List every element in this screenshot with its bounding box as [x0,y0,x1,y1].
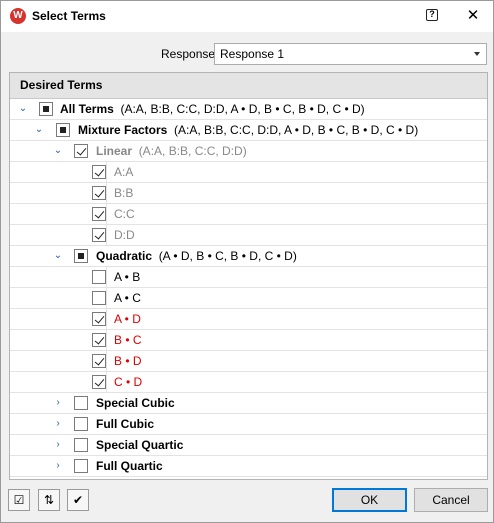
quadratic-label: Quadratic (A • D, B • C, B • D, C • D) [96,249,297,263]
term-label: B • C [114,333,142,347]
term-cell [106,351,486,371]
response-label: Response [161,47,216,61]
linear-label: Linear (A:A, B:B, C:C, D:D) [96,144,247,158]
special-quartic-checkbox[interactable] [74,438,88,452]
term-label: B:B [114,186,134,200]
term-label: A • C [114,291,141,305]
term-label: A • B [114,270,141,284]
collapse-chevron-icon[interactable]: ⌄ [53,251,63,261]
term-cell [106,183,486,203]
mixture-factors-label: Mixture Factors (A:A, B:B, C:C, D:D, A •… [78,123,419,137]
sort-icon[interactable]: ⇅ [38,489,60,511]
term-checkbox[interactable] [92,270,106,284]
term-cell [106,267,486,287]
ok-button[interactable]: OK [332,488,407,512]
help-button[interactable]: ? [421,5,443,27]
tree-row-full-quartic: › Full Quartic [10,456,487,477]
term-cell [106,204,486,224]
tree-row-term: C:C [10,204,487,225]
term-cell [106,372,486,392]
tree-row-term: A:A [10,162,487,183]
tree-row-term: B • D [10,351,487,372]
collapse-chevron-icon[interactable]: ⌄ [34,125,44,135]
term-checkbox[interactable] [92,165,106,179]
term-checkbox[interactable] [92,186,106,200]
select-all-icon[interactable]: ☑ [8,489,30,511]
all-terms-label: All Terms (A:A, B:B, C:C, D:D, A • D, B … [60,102,365,116]
tree-row-full-cubic: › Full Cubic [10,414,487,435]
linear-checkbox[interactable] [74,144,88,158]
title-bar: W Select Terms ? ✕ [1,1,493,32]
expand-chevron-icon[interactable]: › [53,440,63,450]
tree-row-term: D:D [10,225,487,246]
desired-terms-header: Desired Terms [10,73,487,99]
term-cell [106,309,486,329]
term-checkbox[interactable] [92,228,106,242]
desired-terms-group: Desired Terms ⌄ All Terms (A:A, B:B, C:C… [9,72,488,480]
term-checkbox[interactable] [92,333,106,347]
special-cubic-checkbox[interactable] [74,396,88,410]
select-terms-dialog: W Select Terms ? ✕ Response Response 1 D… [0,0,494,523]
dialog-title: Select Terms [32,9,106,23]
expand-chevron-icon[interactable]: › [53,461,63,471]
collapse-chevron-icon[interactable]: ⌄ [53,146,63,156]
tree-row-term: B:B [10,183,487,204]
special-cubic-label: Special Cubic [96,396,175,410]
tree-row-special-cubic: › Special Cubic [10,393,487,414]
term-checkbox[interactable] [92,354,106,368]
term-cell [106,225,486,245]
tree-row-mixture-factors: ⌄ Mixture Factors (A:A, B:B, C:C, D:D, A… [10,120,487,141]
term-cell [106,330,486,350]
tree-row-linear: ⌄ Linear (A:A, B:B, C:C, D:D) [10,141,487,162]
term-checkbox[interactable] [92,375,106,389]
term-label: D:D [114,228,135,242]
term-checkbox[interactable] [92,291,106,305]
expand-chevron-icon[interactable]: › [53,419,63,429]
term-cell [106,162,486,182]
tree-row-quadratic: ⌄ Quadratic (A • D, B • C, B • D, C • D) [10,246,487,267]
collapse-chevron-icon[interactable]: ⌄ [18,104,28,114]
close-button[interactable]: ✕ [462,5,484,27]
refresh-check-icon[interactable]: ✔ [67,489,89,511]
term-label: B • D [114,354,142,368]
tree-row-term: B • C [10,330,487,351]
response-value: Response 1 [220,47,285,61]
full-quartic-checkbox[interactable] [74,459,88,473]
term-label: A:A [114,165,134,179]
help-icon: ? [426,9,438,21]
tree-row-term: A • B [10,267,487,288]
term-label: C:C [114,207,135,221]
cancel-button[interactable]: Cancel [414,488,488,512]
full-cubic-label: Full Cubic [96,417,154,431]
term-cell [106,288,486,308]
term-checkbox[interactable] [92,312,106,326]
tree-row-term: C • D [10,372,487,393]
response-select[interactable]: Response 1 [214,43,487,65]
expand-chevron-icon[interactable]: › [53,398,63,408]
tree-row-all-terms: ⌄ All Terms (A:A, B:B, C:C, D:D, A • D, … [10,99,487,120]
full-quartic-label: Full Quartic [96,459,163,473]
tree-row-special-quartic: › Special Quartic [10,435,487,456]
mixture-factors-checkbox[interactable] [56,123,70,137]
full-cubic-checkbox[interactable] [74,417,88,431]
tree-row-term: A • D [10,309,487,330]
chevron-down-icon [474,52,480,56]
terms-tree: ⌄ All Terms (A:A, B:B, C:C, D:D, A • D, … [10,99,487,477]
app-logo-icon: W [10,8,26,24]
term-checkbox[interactable] [92,207,106,221]
term-label: C • D [114,375,143,389]
special-quartic-label: Special Quartic [96,438,184,452]
term-label: A • D [114,312,141,326]
all-terms-checkbox[interactable] [39,102,53,116]
tree-row-term: A • C [10,288,487,309]
close-icon: ✕ [466,7,480,24]
quadratic-checkbox[interactable] [74,249,88,263]
